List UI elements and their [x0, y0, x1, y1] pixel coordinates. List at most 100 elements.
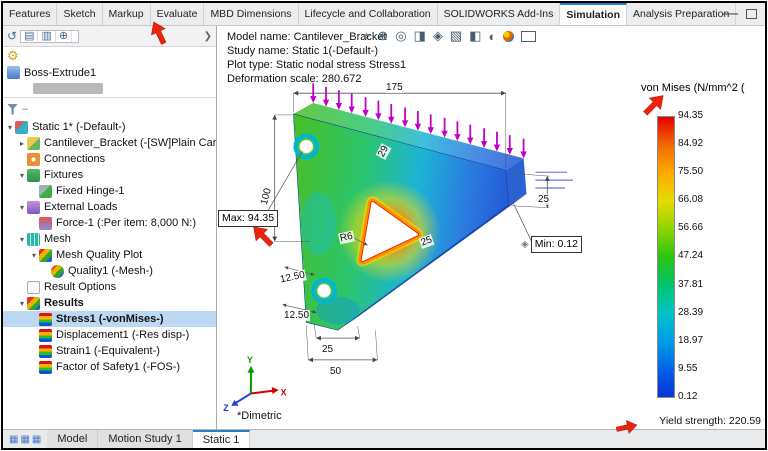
boss-extrude-label: Boss-Extrude1 — [24, 67, 96, 79]
command-manager-tabs: Features Sketch Markup Evaluate MBD Dime… — [3, 3, 765, 26]
tree-item[interactable]: ▾ Results — [3, 295, 216, 311]
tree-item-label: Results — [44, 297, 84, 309]
legend-tick-label: 66.08 — [678, 194, 703, 205]
legend-color-bar — [657, 116, 675, 398]
tree-item[interactable]: Displacement1 (-Res disp-) — [3, 327, 216, 343]
yield-strength-label: Yield strength: 220.59 — [659, 415, 761, 427]
wrench-icon[interactable]: ⚙ — [7, 49, 19, 62]
stress-plot-icon — [39, 313, 52, 326]
boss-extrude-icon — [7, 66, 20, 79]
plot-info-line: Deformation scale: 280.672 — [227, 72, 406, 86]
feature-tree-tab-icon[interactable]: ▤ — [21, 31, 38, 42]
menu-tab[interactable]: SOLIDWORKS Add-Ins — [438, 3, 561, 25]
min-label: Min: — [535, 237, 555, 252]
menu-tab[interactable]: Simulation — [560, 3, 627, 25]
menu-tab[interactable]: Lifecycle and Collaboration — [299, 3, 438, 25]
hide-show-icon[interactable]: ◐ — [488, 29, 496, 44]
tree-item[interactable]: Strain1 (-Equivalent-) — [3, 343, 216, 359]
tree-item-label: Factor of Safety1 (-FOS-) — [56, 361, 180, 373]
legend-tick-label: 0.12 — [678, 391, 703, 402]
appearance-icon[interactable] — [503, 31, 514, 42]
mesh-icon — [27, 233, 40, 246]
property-manager-tab-icon[interactable]: ▥ — [38, 31, 55, 42]
view-settings-icon[interactable] — [521, 31, 536, 42]
menu-tab[interactable]: Sketch — [57, 3, 102, 25]
expander-icon[interactable]: ▾ — [17, 203, 27, 212]
min-callout[interactable]: ◈ Min: 0.12 — [521, 236, 582, 253]
part-icon — [27, 137, 40, 150]
study-tabs: Model Motion Study 1 Static 1 — [47, 430, 250, 448]
sheet-icon[interactable]: ▦ — [20, 434, 29, 445]
fixtures-icon — [27, 169, 40, 182]
max-value: 94.35 — [248, 211, 274, 226]
tree-item-label: Displacement1 (-Res disp-) — [56, 329, 189, 341]
feature-manager-panel: ↺ ▤ ▥ ⊕ ❯ ⚙ Boss-Extrude1 – — [3, 26, 217, 430]
main-content: ↺ ▤ ▥ ⊕ ❯ ⚙ Boss-Extrude1 – — [3, 26, 765, 430]
tree-item[interactable]: Stress1 (-vonMises-) — [3, 311, 216, 327]
annotation-views-icon[interactable]: ◈ — [433, 28, 443, 44]
legend-tick-label: 37.81 — [678, 279, 703, 290]
tree-item[interactable]: ▾ External Loads — [3, 199, 216, 215]
orientation-triad: Y X Z — [223, 355, 286, 413]
tree-item[interactable]: ▸ Cantilever_Bracket (-[SW]Plain Car — [3, 135, 216, 151]
fixed-hinge-icon — [39, 185, 52, 198]
menu-tab[interactable]: Markup — [103, 3, 151, 25]
menu-tab[interactable]: Features — [3, 3, 57, 25]
display-style-icon[interactable]: ◧ — [469, 28, 481, 44]
previous-view-icon[interactable]: ◎ — [395, 28, 406, 44]
view-orientation-icon[interactable]: ▧ — [450, 28, 462, 44]
panel-expand-icon[interactable]: ❯ — [204, 31, 212, 42]
tree-item-label: Stress1 (-vonMises-) — [56, 313, 164, 325]
tree-item[interactable]: ▾ Mesh Quality Plot — [3, 247, 216, 263]
expander-icon[interactable]: ▸ — [17, 139, 27, 148]
sheet-icon[interactable]: ▦ — [9, 434, 18, 445]
simulation-study-tree: ▾ Static 1* (-Default-) ▸ Cantilever_Bra… — [3, 117, 216, 375]
triad-y-label: Y — [247, 355, 253, 365]
max-callout[interactable]: Max: 94.35 — [218, 210, 278, 227]
tree-item[interactable]: Factor of Safety1 (-FOS-) — [3, 359, 216, 375]
bottom-tab-bar: ▦ ▦ ▦ Model Motion Study 1 Static 1 — [3, 429, 765, 448]
zoom-fit-icon[interactable]: ⌖ — [363, 28, 370, 44]
legend-title: von Mises (N/mm^2 ( — [641, 82, 765, 94]
tree-item[interactable]: Force-1 (:Per item: 8,000 N:) — [3, 215, 216, 231]
min-marker-icon: ◈ — [521, 239, 529, 250]
tree-item[interactable]: Result Options — [3, 279, 216, 295]
tree-item[interactable]: ▾ Mesh — [3, 231, 216, 247]
tree-item[interactable]: ▾ Fixtures — [3, 167, 216, 183]
restore-icon[interactable] — [746, 9, 757, 19]
menu-tab[interactable]: Evaluate — [151, 3, 205, 25]
redacted-text — [33, 83, 103, 94]
minimize-icon[interactable]: — — [722, 5, 738, 23]
results-folder-icon — [27, 297, 40, 310]
section-view-icon[interactable]: ◨ — [414, 28, 426, 44]
study-tab[interactable]: Motion Study 1 — [98, 430, 192, 448]
history-icon[interactable]: ↺ — [7, 30, 17, 42]
expander-icon[interactable]: ▾ — [17, 299, 27, 308]
strain-plot-icon — [39, 345, 52, 358]
tree-item-label: Strain1 (-Equivalent-) — [56, 345, 160, 357]
tree-item[interactable]: Connections — [3, 151, 216, 167]
study-tab[interactable]: Model — [47, 430, 98, 448]
tree-item[interactable]: ▾ Static 1* (-Default-) — [3, 119, 216, 135]
expander-icon[interactable]: ▾ — [17, 171, 27, 180]
expander-icon[interactable]: ▾ — [29, 251, 39, 260]
expander-icon[interactable]: ▾ — [17, 235, 27, 244]
result-options-icon — [27, 281, 40, 294]
expander-icon[interactable]: ▾ — [5, 123, 15, 132]
external-loads-icon — [27, 201, 40, 214]
view-orientation-label: *Dimetric — [237, 410, 282, 422]
boss-extrude-item[interactable]: Boss-Extrude1 — [3, 64, 216, 81]
study-icon — [15, 121, 28, 134]
triad-z-label: Z — [223, 403, 229, 413]
menu-tab[interactable]: MBD Dimensions — [204, 3, 298, 25]
sheet-icon[interactable]: ▦ — [32, 434, 41, 445]
tree-item[interactable]: Fixed Hinge-1 — [3, 183, 216, 199]
display-manager-tab-icon[interactable] — [72, 31, 78, 42]
tree-item[interactable]: Quality1 (-Mesh-) — [3, 263, 216, 279]
study-tab[interactable]: Static 1 — [193, 430, 251, 448]
graphics-area[interactable]: Y X Z Model name: Cantilever_BracketStud… — [217, 26, 765, 430]
configuration-tab-icon[interactable]: ⊕ — [56, 31, 72, 42]
zoom-area-icon[interactable]: ⊕ — [377, 28, 388, 44]
connections-icon — [27, 153, 40, 166]
tree-filter-bar[interactable]: – — [3, 101, 216, 117]
